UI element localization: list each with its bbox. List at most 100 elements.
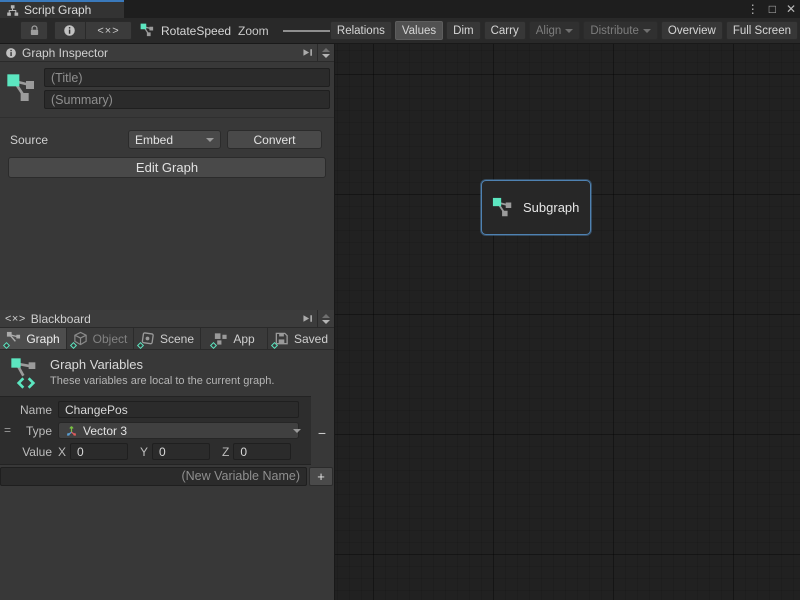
scroll-spinner[interactable] (317, 44, 334, 61)
subgraph-node[interactable]: Subgraph (481, 180, 591, 235)
title-bar: Script Graph ⋮ □ ✕ (0, 0, 800, 18)
zoom-label: Zoom (238, 24, 269, 38)
distribute-dropdown[interactable]: Distribute (583, 21, 658, 40)
chevron-down-icon (293, 429, 301, 433)
scroll-up-icon[interactable] (322, 314, 330, 318)
type-value: Vector 3 (83, 424, 127, 438)
tab-app[interactable]: App (201, 328, 268, 349)
close-icon[interactable]: ✕ (786, 0, 796, 18)
variable-value-row: Value X Y Z (0, 441, 311, 462)
tab-object[interactable]: Object (67, 328, 134, 349)
tab-saved[interactable]: Saved (268, 328, 334, 349)
value-label: Value (0, 445, 58, 459)
variables-icon: <×> (97, 25, 119, 37)
graph-canvas[interactable]: Subgraph (335, 44, 800, 600)
tab-title: Script Graph (24, 3, 91, 17)
variable-name-row: Name (0, 399, 311, 420)
scroll-down-icon[interactable] (322, 54, 330, 58)
graph-title-block (0, 62, 334, 118)
breadcrumb-label: RotateSpeed (161, 24, 231, 38)
chevron-down-icon (643, 29, 651, 33)
node-label: Subgraph (523, 200, 579, 215)
window-controls: ⋮ □ ✕ (747, 0, 796, 18)
panel-title: Graph Inspector (22, 46, 108, 60)
floppy-icon (274, 331, 290, 347)
values-button[interactable]: Values (395, 21, 443, 40)
x-label: X (58, 445, 66, 459)
graph-icon (140, 23, 155, 38)
info-toggle-button[interactable] (55, 22, 86, 39)
z-value-input[interactable] (233, 443, 291, 460)
dock-icon[interactable] (297, 44, 317, 61)
convert-button[interactable]: Convert (227, 130, 322, 149)
graph-inspector-header[interactable]: Graph Inspector (0, 44, 334, 62)
scroll-down-icon[interactable] (322, 320, 330, 324)
breadcrumb[interactable]: RotateSpeed (140, 21, 231, 40)
variables-icon: <×> (5, 313, 26, 325)
cube-icon (73, 331, 89, 347)
name-label: Name (0, 403, 58, 417)
variable-type-dropdown[interactable]: Vector 3 (58, 422, 299, 439)
variable-item: Name = Type Vector 3 Value X Y (0, 396, 311, 465)
maximize-icon[interactable]: □ (769, 0, 776, 18)
graph-icon (492, 197, 514, 219)
relations-button[interactable]: Relations (330, 21, 392, 40)
y-value-input[interactable] (152, 443, 210, 460)
scene-icon (140, 331, 156, 347)
panel-title: Blackboard (31, 312, 91, 326)
graph-title-input[interactable] (44, 68, 330, 87)
variables-toggle-button[interactable]: <×> (86, 22, 132, 39)
dim-button[interactable]: Dim (446, 21, 480, 40)
graph-inspector-panel: Graph Inspector (0, 44, 334, 310)
z-label: Z (222, 445, 229, 459)
new-variable-row: + (0, 466, 334, 486)
graph-summary-input[interactable] (44, 90, 330, 109)
variable-type-row: = Type Vector 3 (0, 420, 311, 441)
graph-icon (6, 331, 22, 347)
blackboard-tabs: Graph Object Scene (0, 328, 334, 350)
lock-button[interactable] (20, 21, 48, 40)
section-subtitle: These variables are local to the current… (50, 375, 274, 387)
source-row: Source Embed Convert (10, 130, 324, 149)
new-variable-input[interactable] (0, 467, 307, 486)
info-icon (63, 24, 76, 37)
blackboard-panel: <×> Blackboard (0, 310, 334, 600)
graph-toolbar: <×> RotateSpeed Zoom 1x Relations Values… (0, 18, 800, 44)
variable-name-input[interactable] (58, 401, 299, 418)
align-dropdown[interactable]: Align (529, 21, 581, 40)
graph-icon (6, 73, 38, 105)
scroll-up-icon[interactable] (322, 48, 330, 52)
blackboard-header[interactable]: <×> Blackboard (0, 310, 334, 328)
tab-scene[interactable]: Scene (134, 328, 201, 349)
lock-icon (28, 24, 41, 37)
graph-variables-heading: Graph Variables These variables are loca… (0, 350, 334, 396)
dock-icon[interactable] (297, 310, 317, 327)
remove-variable-button[interactable]: − (314, 424, 330, 442)
source-dropdown[interactable]: Embed (128, 130, 221, 149)
section-title: Graph Variables (50, 357, 274, 372)
add-variable-button[interactable]: + (309, 467, 333, 486)
x-value-input[interactable] (70, 443, 128, 460)
inspector-toggle-group: <×> (54, 21, 132, 40)
side-panel: Graph Inspector (0, 44, 335, 600)
graph-variables-icon (10, 357, 42, 389)
carry-button[interactable]: Carry (484, 21, 526, 40)
app-icon (213, 331, 229, 347)
script-graph-icon (6, 4, 19, 17)
source-label: Source (10, 133, 128, 147)
toolbar-buttons: Relations Values Dim Carry Align Distrib… (330, 21, 798, 40)
y-label: Y (140, 445, 148, 459)
tab-graph[interactable]: Graph (0, 328, 67, 349)
full-screen-button[interactable]: Full Screen (726, 21, 798, 40)
tab-script-graph[interactable]: Script Graph (0, 0, 124, 18)
source-value: Embed (135, 133, 173, 147)
edit-graph-button[interactable]: Edit Graph (8, 157, 326, 178)
info-icon (5, 47, 17, 59)
scroll-spinner[interactable] (317, 310, 334, 327)
vector3-icon (65, 424, 78, 437)
menu-icon[interactable]: ⋮ (747, 0, 759, 18)
chevron-down-icon (206, 138, 214, 142)
drag-handle[interactable]: = (4, 423, 11, 437)
overview-button[interactable]: Overview (661, 21, 723, 40)
script-graph-window: Script Graph ⋮ □ ✕ <×> RotateSpeed Zoom (0, 0, 800, 600)
